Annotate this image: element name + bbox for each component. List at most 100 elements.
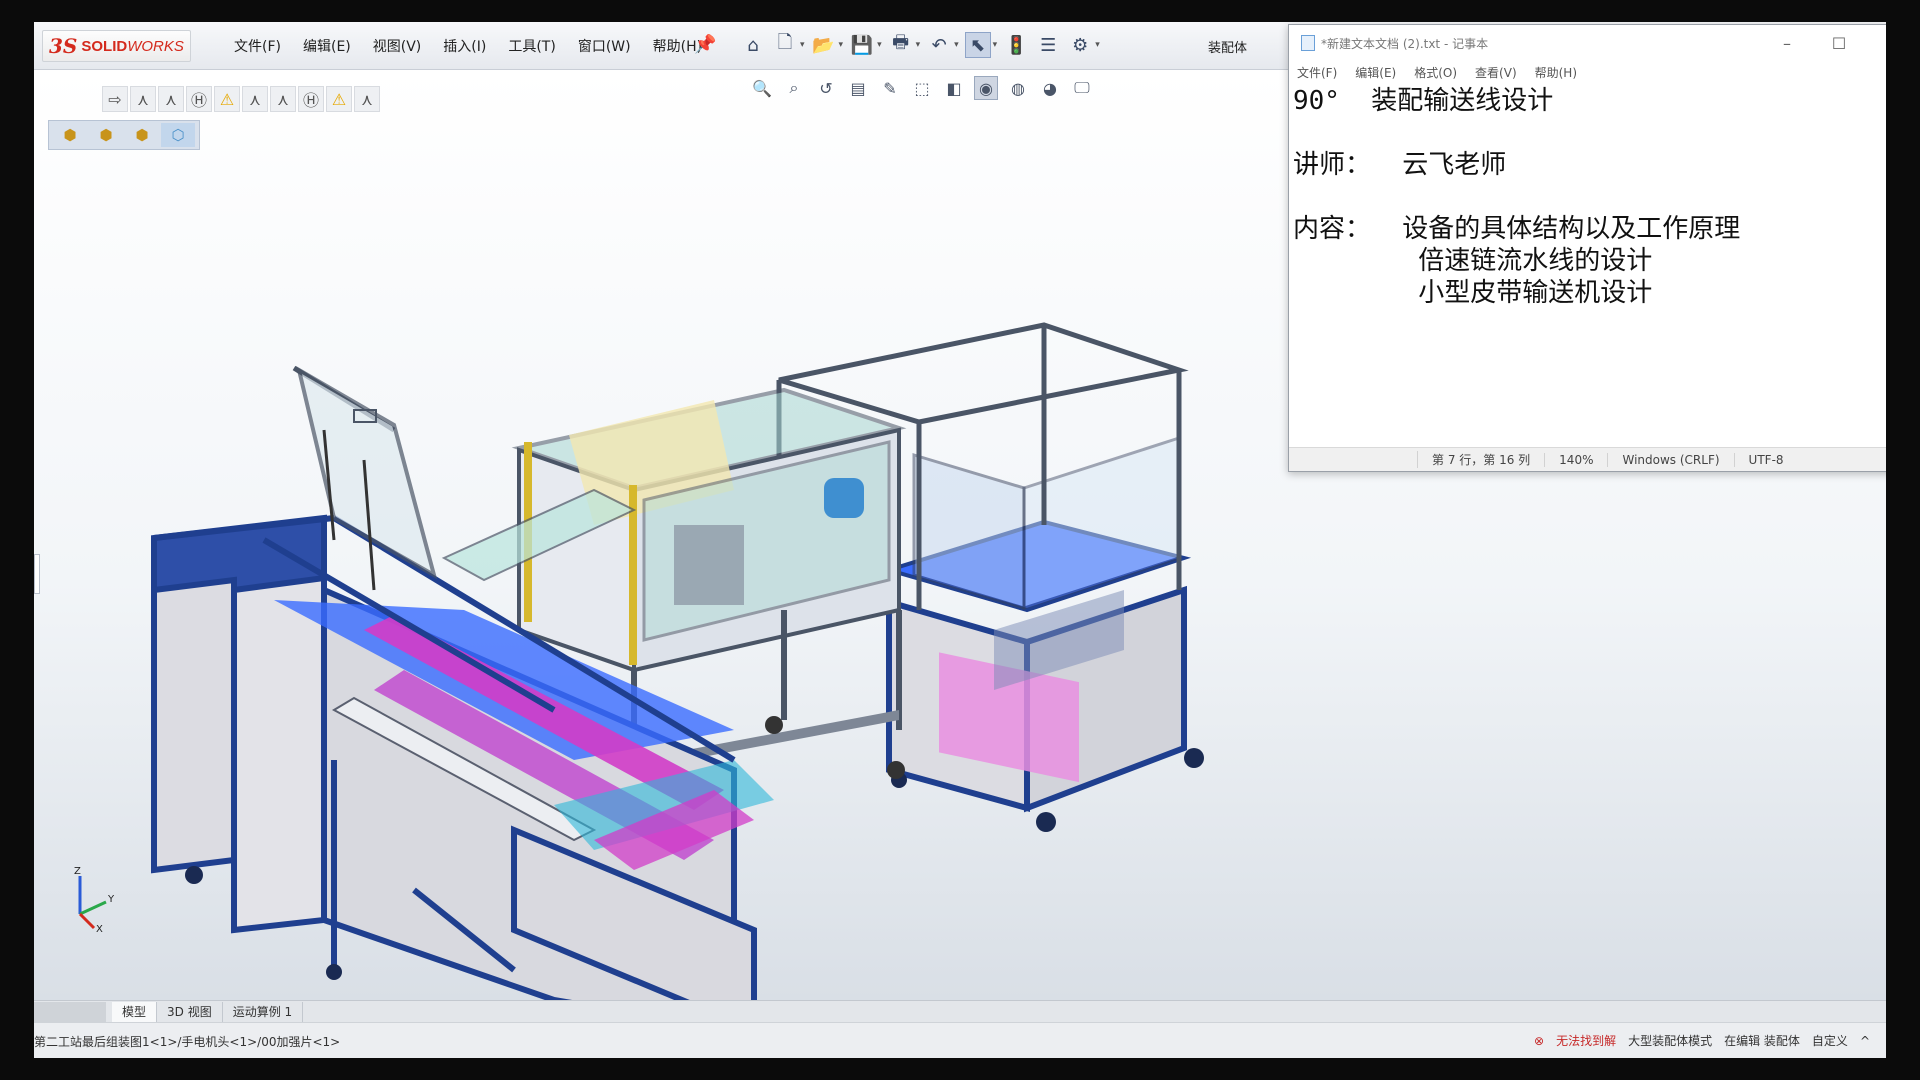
undo-dropdown-icon[interactable]: ▾ bbox=[954, 40, 959, 50]
logo-text-light: WORKS bbox=[127, 37, 184, 55]
document-label: 装配体 bbox=[1208, 41, 1248, 56]
select-dropdown-icon[interactable]: ▾ bbox=[993, 40, 998, 50]
status-error[interactable]: 无法找到解 bbox=[1556, 1032, 1616, 1049]
main-menu: 文件(F) 编辑(E) 视图(V) 插入(I) 工具(T) 窗口(W) 帮助(H… bbox=[234, 36, 702, 56]
encoding: UTF-8 bbox=[1733, 452, 1798, 467]
save-dropdown-icon[interactable]: ▾ bbox=[877, 40, 882, 50]
status-mode: 大型装配体模式 bbox=[1628, 1034, 1713, 1048]
sketch-toolbar-row: ⇨ ⋏ ⋏ Ⓗ ⚠ ⋏ ⋏ Ⓗ ⚠ ⋏ bbox=[102, 86, 380, 112]
view-orientation-icon[interactable]: ⬚ bbox=[910, 76, 934, 100]
notepad-menu-format[interactable]: 格式(O) bbox=[1414, 64, 1457, 81]
new-dropdown-icon[interactable]: ▾ bbox=[800, 40, 805, 50]
zoom-fit-icon[interactable]: 🔍 bbox=[750, 76, 774, 100]
previous-view-icon[interactable]: ↺ bbox=[814, 76, 838, 100]
notepad-window[interactable]: *新建文本文档 (2).txt - 记事本 – ☐ ✕ 文件(F) 编辑(E) … bbox=[1288, 24, 1886, 472]
shaded-icon[interactable]: ⬢ bbox=[53, 123, 87, 147]
status-bar: 第二工站最后组装图1<1>/手电机头<1>/00加强片<1> ⊗ 无法找到解 大… bbox=[34, 1022, 1886, 1058]
menu-file[interactable]: 文件(F) bbox=[234, 36, 281, 56]
notepad-menu-help[interactable]: 帮助(H) bbox=[1535, 64, 1577, 81]
ds-logo-mark: 3S bbox=[49, 34, 78, 58]
notepad-icon bbox=[1301, 35, 1315, 51]
print-icon[interactable]: 🖶 bbox=[888, 32, 914, 58]
notepad-menu-edit[interactable]: 编辑(E) bbox=[1355, 64, 1396, 81]
line-ending: Windows (CRLF) bbox=[1607, 452, 1733, 467]
menu-edit[interactable]: 编辑(E) bbox=[303, 36, 351, 56]
menu-tools[interactable]: 工具(T) bbox=[508, 36, 555, 56]
menu-insert[interactable]: 插入(I) bbox=[443, 36, 486, 56]
solidworks-logo[interactable]: 3S SOLID WORKS bbox=[42, 30, 191, 62]
minimize-button[interactable]: – bbox=[1761, 25, 1813, 61]
coordinate-triad: Z Y X bbox=[74, 866, 115, 934]
y-label: Y bbox=[107, 894, 115, 905]
cursor-position: 第 7 行，第 16 列 bbox=[1417, 451, 1544, 468]
sketch-relation-icon[interactable]: ⋏ bbox=[158, 86, 184, 112]
dimension-icon[interactable]: Ⓗ bbox=[298, 86, 324, 112]
notepad-menu-view[interactable]: 查看(V) bbox=[1475, 64, 1517, 81]
tab-motion-study[interactable]: 运动算例 1 bbox=[223, 1001, 304, 1022]
open-dropdown-icon[interactable]: ▾ bbox=[839, 40, 844, 50]
solidworks-window: 3S SOLID WORKS 文件(F) 编辑(E) 视图(V) 插入(I) 工… bbox=[34, 22, 1886, 1058]
close-button[interactable]: ✕ bbox=[1865, 25, 1886, 61]
x-label: X bbox=[96, 924, 103, 934]
print-dropdown-icon[interactable]: ▾ bbox=[916, 40, 921, 50]
options-gear-icon[interactable]: ⚙ bbox=[1067, 32, 1093, 58]
tab-3d-view[interactable]: 3D 视图 bbox=[157, 1001, 223, 1022]
zoom-level: 140% bbox=[1544, 452, 1607, 467]
notepad-menu-file[interactable]: 文件(F) bbox=[1297, 64, 1337, 81]
window-controls: – ☐ ✕ bbox=[1761, 25, 1886, 61]
warning-icon[interactable]: ⚠ bbox=[214, 86, 240, 112]
section-view-icon[interactable]: ▤ bbox=[846, 76, 870, 100]
display-style-row: ⬢ ⬢ ⬢ ⬡ bbox=[48, 120, 200, 150]
notepad-title: *新建文本文档 (2).txt - 记事本 bbox=[1321, 36, 1489, 51]
rebuild-error-icon[interactable]: ⊗ bbox=[1534, 1034, 1544, 1048]
sketch-relation-icon[interactable]: ⋏ bbox=[270, 86, 296, 112]
undo-icon[interactable]: ↶ bbox=[926, 32, 952, 58]
dynamic-annotation-icon[interactable]: ✎ bbox=[878, 76, 902, 100]
maximize-button[interactable]: ☐ bbox=[1813, 25, 1865, 61]
warning-icon[interactable]: ⚠ bbox=[326, 86, 352, 112]
pin-menu-icon[interactable]: 📌 bbox=[694, 34, 716, 55]
tab-scroll-buttons[interactable] bbox=[34, 1001, 106, 1022]
traffic-light-icon[interactable]: 🚦 bbox=[1003, 32, 1029, 58]
arrow-icon[interactable]: ⇨ bbox=[102, 86, 128, 112]
display-style-icon[interactable]: ◧ bbox=[942, 76, 966, 100]
heads-up-view-toolbar: 🔍 ⌕ ↺ ▤ ✎ ⬚ ◧ ◉ ◍ ◕ 🖵 bbox=[750, 76, 1094, 100]
new-document-icon[interactable]: 🗋 bbox=[772, 32, 798, 58]
x-axis bbox=[78, 912, 96, 930]
sketch-relation-icon[interactable]: ⋏ bbox=[130, 86, 156, 112]
view-settings-icon[interactable]: 🖵 bbox=[1070, 76, 1094, 100]
wireframe-icon[interactable]: ⬡ bbox=[161, 123, 195, 147]
notepad-text-area[interactable]: 90° 装配输送线设计 讲师： 云飞老师 内容： 设备的具体结构以及工作原理 倍… bbox=[1291, 83, 1886, 447]
notepad-menu: 文件(F) 编辑(E) 格式(O) 查看(V) 帮助(H) bbox=[1289, 61, 1886, 83]
standard-toolbar: ⌂ 🗋 ▾ 📂 ▾ 💾 ▾ 🖶 ▾ ↶ ▾ ⬉ ▾ 🚦 ☰ ⚙ ▾ bbox=[740, 32, 1100, 58]
status-arrow[interactable]: ^ bbox=[1860, 1034, 1870, 1048]
dimension-icon[interactable]: Ⓗ bbox=[186, 86, 212, 112]
sketch-relation-icon[interactable]: ⋏ bbox=[354, 86, 380, 112]
menu-window[interactable]: 窗口(W) bbox=[578, 36, 631, 56]
notepad-status-bar: 第 7 行，第 16 列 140% Windows (CRLF) UTF-8 bbox=[1289, 447, 1886, 471]
tab-model[interactable]: 模型 bbox=[112, 1001, 158, 1022]
scenes-icon[interactable]: ◕ bbox=[1038, 76, 1062, 100]
status-right: ⊗ 无法找到解 大型装配体模式 在编辑 装配体 自定义 ^ bbox=[1534, 1032, 1870, 1049]
status-editing: 在编辑 装配体 bbox=[1724, 1034, 1800, 1048]
sketch-relation-icon[interactable]: ⋏ bbox=[242, 86, 268, 112]
collapsed-panel-handle[interactable] bbox=[34, 554, 40, 594]
home-icon[interactable]: ⌂ bbox=[740, 32, 766, 58]
hide-show-icon[interactable]: ◉ bbox=[974, 76, 998, 100]
edit-appearance-icon[interactable]: ◍ bbox=[1006, 76, 1030, 100]
zoom-area-icon[interactable]: ⌕ bbox=[782, 76, 806, 100]
hidden-lines-icon[interactable]: ⬢ bbox=[125, 123, 159, 147]
menu-view[interactable]: 视图(V) bbox=[373, 36, 422, 56]
y-axis bbox=[79, 900, 107, 916]
shaded-edges-icon[interactable]: ⬢ bbox=[89, 123, 123, 147]
file-properties-icon[interactable]: ☰ bbox=[1035, 32, 1061, 58]
save-icon[interactable]: 💾 bbox=[849, 32, 875, 58]
bottom-tabs: 模型 3D 视图 运动算例 1 bbox=[34, 1000, 1886, 1022]
select-icon[interactable]: ⬉ bbox=[964, 32, 991, 58]
options-dropdown-icon[interactable]: ▾ bbox=[1095, 40, 1100, 50]
open-icon[interactable]: 📂 bbox=[811, 32, 837, 58]
component-path: 第二工站最后组装图1<1>/手电机头<1>/00加强片<1> bbox=[34, 1035, 341, 1049]
notepad-titlebar[interactable]: *新建文本文档 (2).txt - 记事本 – ☐ ✕ bbox=[1289, 25, 1886, 61]
logo-text-bold: SOLID bbox=[81, 37, 128, 55]
status-units[interactable]: 自定义 bbox=[1812, 1032, 1848, 1049]
